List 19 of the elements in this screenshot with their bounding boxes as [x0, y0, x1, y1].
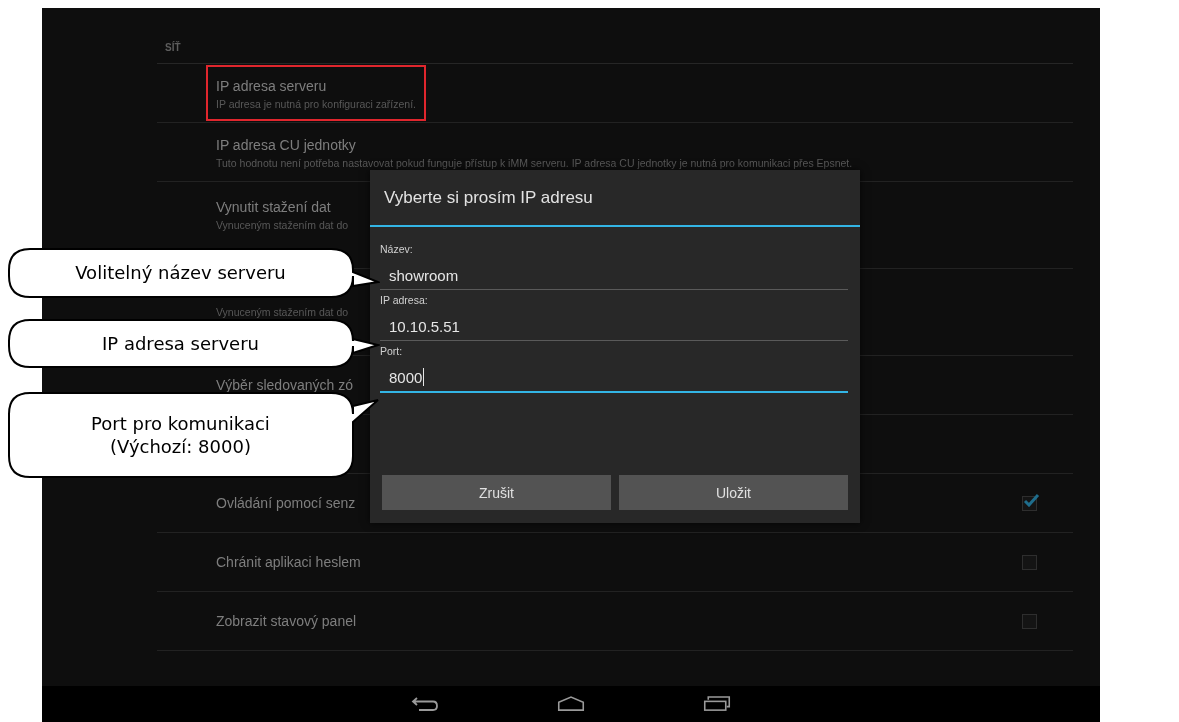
callout-text: Volitelný název serveru	[74, 261, 287, 286]
field-label: IP adresa:	[380, 294, 429, 306]
setting-title: Ovládání pomocí senz	[216, 494, 356, 512]
setting-summary: Vynuceným stažením dat do	[216, 218, 349, 231]
callout-text: IP adresa serveru	[101, 331, 260, 356]
callout-text: Port pro komunikaci (Výchozí: 8000)	[90, 411, 271, 459]
setting-title: Zobrazit stavový panel	[216, 612, 357, 630]
setting-title: Chránit aplikaci heslem	[216, 553, 361, 571]
setting-title: IP adresa serveru	[216, 76, 328, 95]
setting-title: Výběr sledovaných zó	[216, 376, 353, 394]
setting-title: Vynutit stažení dat	[216, 197, 332, 216]
section-header: SÍŤ	[157, 8, 1073, 64]
setting-summary: Tuto hodnotu není potřeba nastavovat pokud funguje přístup k iMM serveru. IP adresa CU jednotky je nutná pro komunikaci přes Epsnet.	[216, 156, 853, 169]
dialog-title: Vyberte si prosím IP adresu	[370, 170, 860, 227]
field-label: Port:	[380, 345, 404, 357]
field-label: Název:	[380, 243, 414, 255]
setting-summary: IP adresa je nutná pro konfiguraci zařízení.	[216, 97, 416, 110]
setting-summary: Vynuceným stažením dat do	[216, 305, 349, 318]
setting-title: IP adresa CU jednotky	[216, 135, 357, 154]
